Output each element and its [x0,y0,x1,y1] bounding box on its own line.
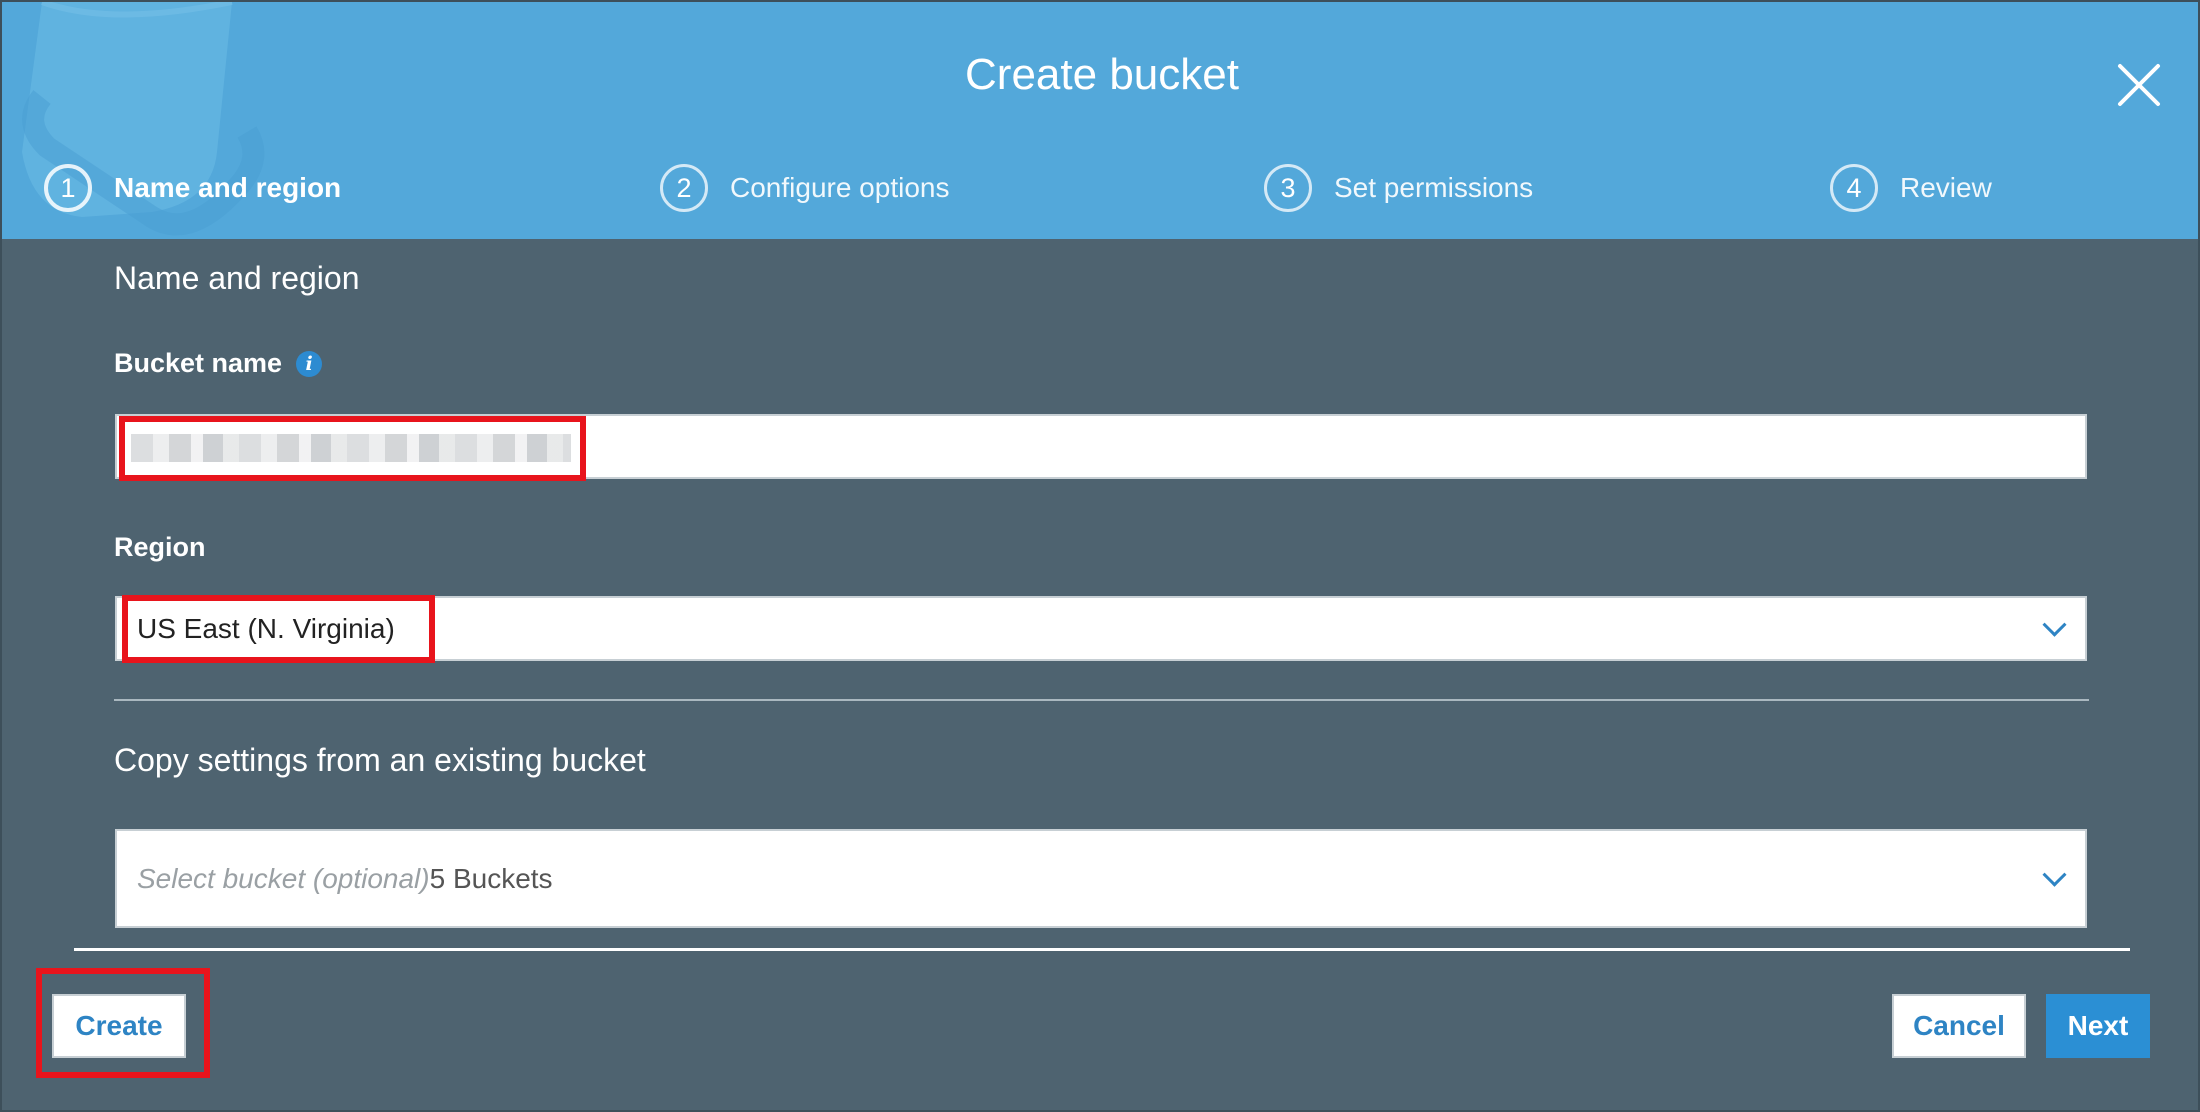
step-label: Configure options [730,172,950,203]
copy-bucket-placeholder: Select bucket (optional) [137,862,430,894]
step-configure-options[interactable]: 2 Configure options [660,160,949,216]
bucket-name-label: Bucket name i [114,348,323,379]
step-name-and-region[interactable]: 1 Name and region [44,160,341,216]
dialog-title: Create bucket [965,50,1239,99]
redacted-bucket-name [131,434,571,462]
chevron-down-icon [2042,862,2067,887]
bucket-name-label-text: Bucket name [114,348,283,378]
chevron-down-icon [2042,612,2067,637]
step-number: 3 [1264,164,1312,212]
divider [114,699,2089,701]
copy-settings-title: Copy settings from an existing bucket [114,742,646,778]
next-button[interactable]: Next [2046,994,2150,1058]
step-label: Review [1900,172,1992,203]
region-value: US East (N. Virginia) [137,612,395,644]
bucket-name-input[interactable] [115,414,2087,479]
close-icon[interactable] [2114,60,2164,110]
step-number: 1 [44,164,92,212]
step-label: Name and region [114,172,342,203]
step-number: 2 [660,164,708,212]
section-title: Name and region [114,260,360,296]
footer-divider [74,948,2130,951]
step-review[interactable]: 4 Review [1830,160,1992,216]
bucket-count: 5 Buckets [429,862,553,894]
copy-bucket-select[interactable]: Select bucket (optional) 5 Buckets [115,829,2087,928]
dialog-header: Create bucket 1 Name and region 2 Config… [2,2,2198,239]
step-label: Set permissions [1334,172,1534,203]
cancel-button[interactable]: Cancel [1892,994,2026,1058]
create-bucket-dialog: Create bucket 1 Name and region 2 Config… [0,0,2200,1112]
info-icon[interactable]: i [296,350,323,377]
step-number: 4 [1830,164,1878,212]
region-label: Region [114,532,206,562]
step-set-permissions[interactable]: 3 Set permissions [1264,160,1533,216]
create-button[interactable]: Create [52,994,186,1058]
region-select[interactable]: US East (N. Virginia) [115,596,2087,661]
